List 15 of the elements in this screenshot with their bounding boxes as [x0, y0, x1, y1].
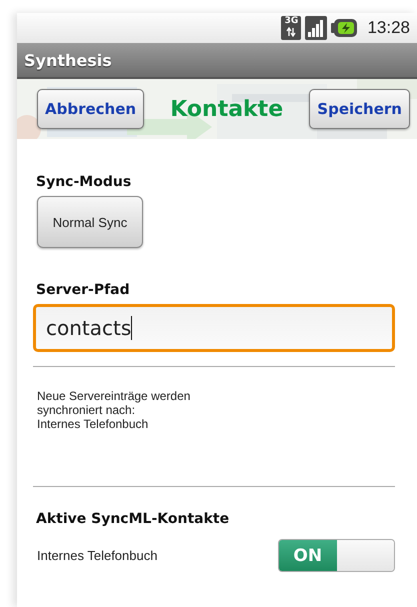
app-title: Synthesis: [24, 50, 112, 70]
server-path-label: Server-Pfad: [36, 282, 131, 298]
signal-icon: [305, 16, 328, 40]
screen-title: Kontakte: [170, 96, 284, 122]
network-icon: 3G: [281, 16, 302, 40]
cancel-button[interactable]: Abbrechen: [37, 89, 144, 129]
section-title: Aktive SyncML-Kontakte: [36, 511, 230, 527]
sync-mode-label: Sync-Modus: [36, 174, 132, 190]
battery-icon: [331, 18, 358, 38]
sync-mode-button[interactable]: Normal Sync: [37, 196, 143, 248]
server-path-field[interactable]: contacts: [33, 304, 395, 352]
save-button[interactable]: Speichern: [309, 89, 410, 129]
sync-target-note: Neue Servereinträge werden synchroniert nach: Internes Telefonbuch: [37, 389, 192, 431]
contact-source-label: Internes Telefonbuch: [37, 548, 158, 563]
clock-time: 13:28: [367, 18, 410, 38]
